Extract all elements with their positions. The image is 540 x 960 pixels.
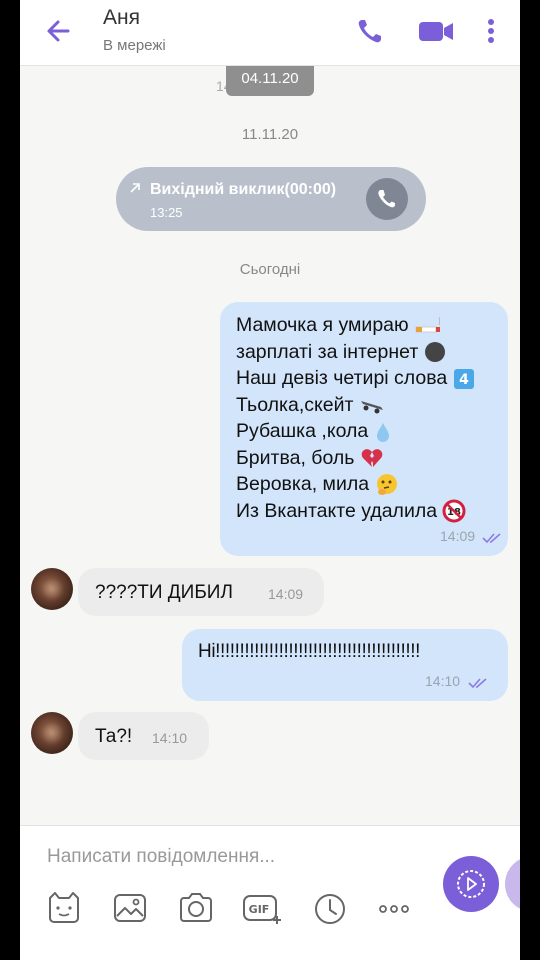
message-composer: Написати повідомлення... GIF bbox=[20, 825, 520, 960]
camera-icon[interactable] bbox=[176, 888, 216, 928]
message-line: Из Вкантакте удалила 18 bbox=[236, 498, 475, 525]
outgoing-message[interactable]: Ні!!!!!!!!!!!!!!!!!!!!!!!!!!!!!!!!!!!!!!… bbox=[182, 629, 508, 701]
gif-icon[interactable]: GIF bbox=[242, 888, 284, 928]
sticker-icon[interactable] bbox=[44, 888, 84, 928]
gallery-icon[interactable] bbox=[110, 888, 150, 928]
more-options-icon[interactable] bbox=[374, 888, 414, 928]
message-line: Тьолка,скейт bbox=[236, 392, 475, 419]
incoming-message[interactable]: Та?! 14:10 bbox=[78, 712, 209, 760]
keycap-four-emoji-icon: 4 bbox=[453, 368, 474, 389]
floating-date-pill: 04.11.20 bbox=[226, 66, 314, 96]
send-button-shadow bbox=[505, 856, 520, 912]
black-circle-emoji-icon bbox=[424, 342, 445, 363]
outgoing-call-message[interactable]: Вихідний виклик(00:00) 13:25 bbox=[116, 167, 426, 231]
message-time: 14:09 bbox=[268, 586, 304, 602]
skateboard-emoji-icon bbox=[360, 401, 383, 414]
message-line: Рубашка ,кола bbox=[236, 418, 475, 445]
call-label: Вихідний виклик(00:00) bbox=[150, 181, 337, 198]
outgoing-arrow-icon bbox=[130, 183, 140, 193]
message-text: ????ТИ ДИБИЛ bbox=[95, 582, 233, 603]
read-ticks-icon bbox=[482, 533, 501, 544]
no-under-eighteen-emoji-icon: 18 bbox=[442, 499, 466, 523]
message-line: зарплаті за інтернет bbox=[236, 339, 475, 366]
message-time: 14:10 bbox=[425, 673, 461, 689]
thinking-face-emoji-icon bbox=[376, 473, 397, 495]
outgoing-message[interactable]: Мамочка я умираю зарплаті за інтернет На… bbox=[220, 302, 508, 556]
chat-screen: Аня В мережі 14:10 04.11.20 11.11.20 Вих… bbox=[20, 0, 520, 960]
message-line: Наш девіз четирі слова 4 bbox=[236, 365, 475, 392]
contact-status: В мережі bbox=[103, 37, 166, 54]
call-time: 13:25 bbox=[150, 205, 183, 220]
timer-icon[interactable] bbox=[310, 888, 350, 928]
message-line: Веровка, мила bbox=[236, 471, 475, 498]
chat-header: Аня В мережі bbox=[20, 0, 520, 66]
cigarette-emoji-icon bbox=[415, 316, 441, 333]
svg-text:GIF: GIF bbox=[249, 903, 270, 916]
message-text: Та?! bbox=[95, 726, 133, 747]
message-line: Бритва, боль bbox=[236, 445, 475, 472]
video-call-icon[interactable] bbox=[416, 14, 456, 48]
incoming-message[interactable]: ????ТИ ДИБИЛ 14:09 bbox=[78, 568, 324, 616]
message-line: Мамочка я умираю bbox=[236, 312, 475, 339]
read-ticks-icon bbox=[468, 678, 487, 689]
message-input[interactable]: Написати повідомлення... bbox=[47, 846, 275, 868]
contact-name[interactable]: Аня bbox=[103, 6, 140, 30]
contact-avatar[interactable] bbox=[31, 568, 73, 610]
call-back-button[interactable] bbox=[366, 178, 408, 220]
message-text: Ні!!!!!!!!!!!!!!!!!!!!!!!!!!!!!!!!!!!!!!… bbox=[198, 641, 421, 662]
droplet-emoji-icon bbox=[376, 422, 389, 442]
back-arrow-icon[interactable] bbox=[42, 14, 76, 48]
phone-icon bbox=[378, 190, 395, 208]
phone-call-icon[interactable] bbox=[353, 14, 387, 48]
svg-text:4: 4 bbox=[459, 372, 469, 388]
message-time: 14:09 bbox=[440, 528, 476, 544]
message-text: Мамочка я умираю зарплаті за інтернет На… bbox=[236, 312, 475, 524]
more-menu-icon[interactable] bbox=[476, 14, 506, 48]
message-time: 14:10 bbox=[152, 730, 188, 746]
date-separator: 11.11.20 bbox=[241, 126, 299, 143]
contact-avatar[interactable] bbox=[31, 712, 73, 754]
date-separator: Сьогодні bbox=[239, 261, 301, 278]
broken-heart-emoji-icon bbox=[361, 449, 383, 468]
voice-video-message-button[interactable] bbox=[443, 856, 499, 912]
message-list[interactable]: 14:10 04.11.20 11.11.20 Вихідний виклик(… bbox=[20, 66, 520, 826]
play-circle-icon bbox=[457, 870, 485, 898]
